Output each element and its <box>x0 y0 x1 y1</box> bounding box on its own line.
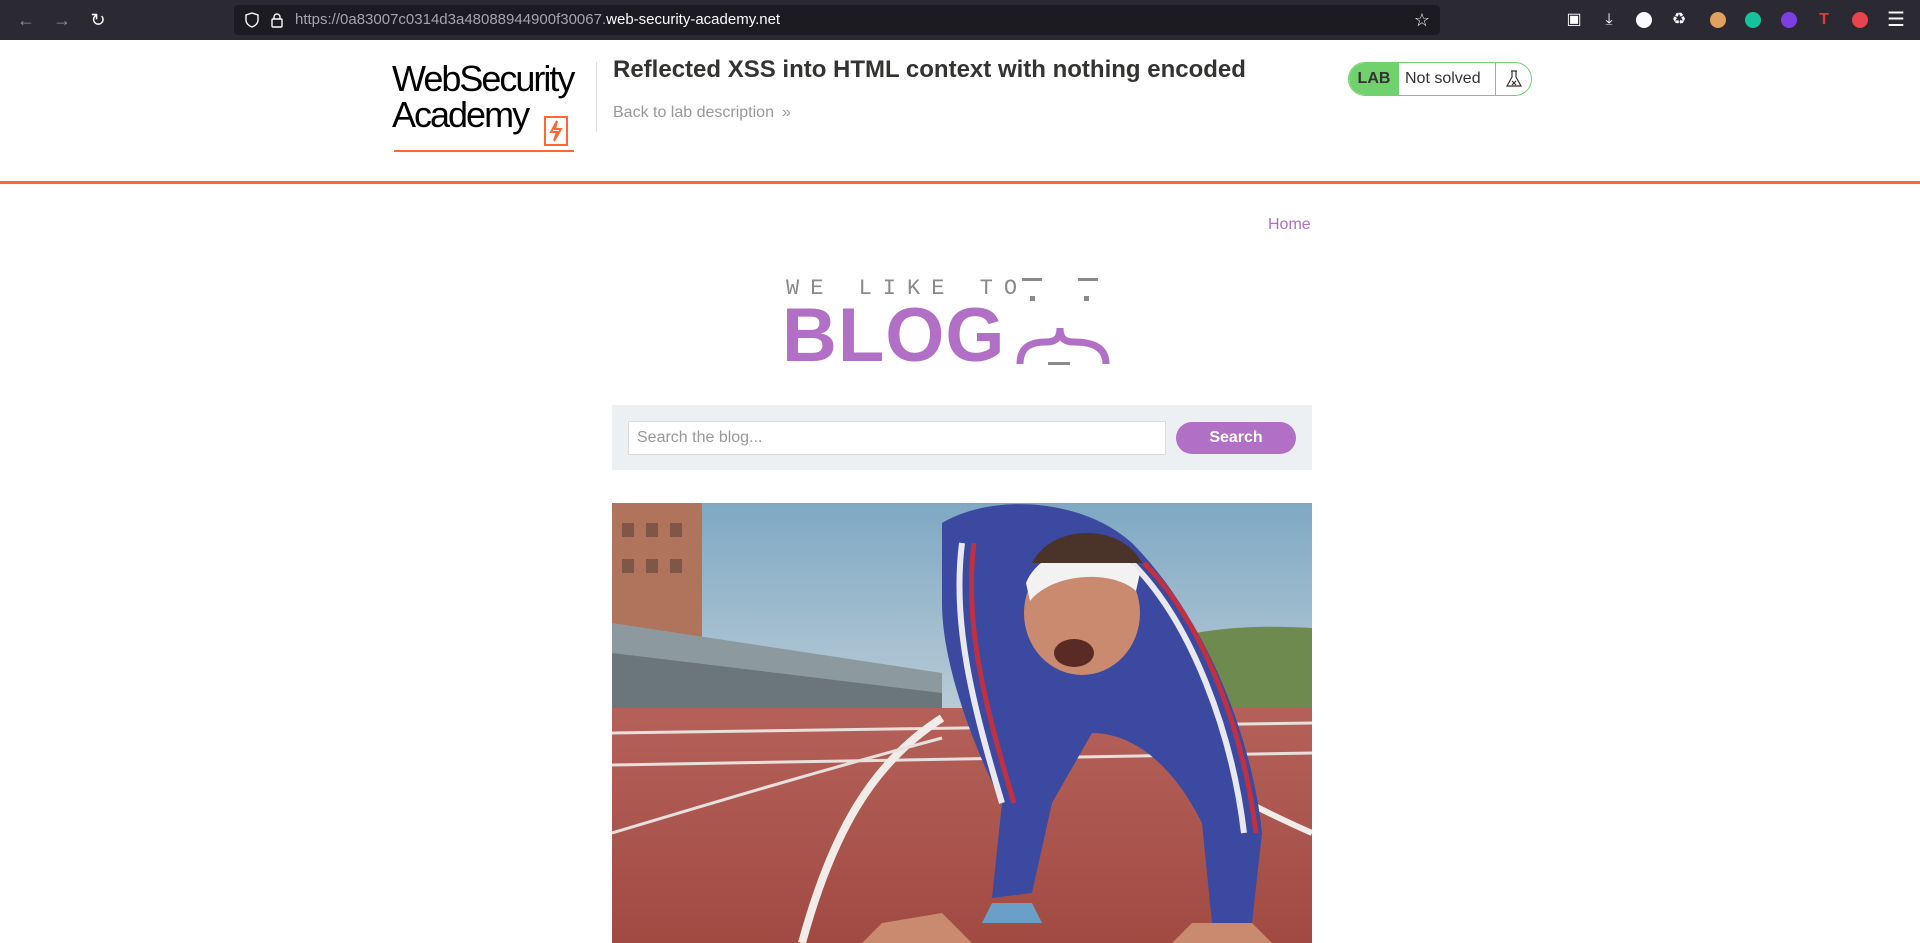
bookmark-star-icon[interactable]: ☆ <box>1414 8 1430 32</box>
url-host: web-security-academy.net <box>606 11 781 28</box>
pocket-icon[interactable]: ▣ <box>1562 8 1586 32</box>
translate-extension-icon[interactable]: T <box>1812 8 1836 32</box>
blog-banner: WE LIKE TO BLOG <box>782 272 1142 376</box>
back-link-label: Back to lab description <box>613 104 774 121</box>
extension-icon[interactable]: ♻ <box>1667 8 1691 32</box>
banner-blog-word: BLOG <box>782 293 1006 378</box>
logo-line1: WebSecurity <box>392 58 575 99</box>
lab-status-widget: LAB Not solved <box>1348 62 1532 96</box>
lab-status-text: Not solved <box>1405 70 1481 87</box>
url-prefix: https://0a83007c0314d3a48088944900f30067… <box>295 11 607 28</box>
lab-badge: LAB <box>1349 63 1399 95</box>
lock-icon[interactable] <box>269 12 285 28</box>
app-menu-icon[interactable]: ☰ <box>1884 8 1908 32</box>
flask-icon[interactable] <box>1495 63 1531 95</box>
post-image[interactable] <box>612 503 1312 943</box>
search-panel: Search <box>612 405 1312 470</box>
lab-title: Reflected XSS into HTML context with not… <box>613 56 1246 83</box>
back-to-lab-description-link[interactable]: Back to lab description » <box>613 104 791 122</box>
logo-underline <box>394 150 574 152</box>
back-icon[interactable]: ← <box>14 8 38 32</box>
logo-lightning-icon <box>544 116 568 146</box>
home-link[interactable]: Home <box>1268 216 1311 234</box>
shield-icon[interactable] <box>244 12 260 28</box>
reload-icon[interactable]: ↻ <box>86 8 110 32</box>
url-text[interactable]: https://0a83007c0314d3a48088944900f30067… <box>295 5 780 35</box>
search-button[interactable]: Search <box>1176 422 1296 454</box>
banner-face-icon <box>1016 278 1110 365</box>
profile-icon[interactable] <box>1632 8 1656 32</box>
cookie-extension-icon[interactable] <box>1706 8 1730 32</box>
address-bar[interactable]: https://0a83007c0314d3a48088944900f30067… <box>234 5 1440 35</box>
download-icon[interactable]: ⤓ <box>1597 8 1621 32</box>
grammarly-icon[interactable] <box>1741 8 1765 32</box>
browser-toolbar: ← → ↻ https://0a83007c0314d3a48088944900… <box>0 0 1920 40</box>
adblock-extension-icon[interactable] <box>1848 8 1872 32</box>
forward-icon[interactable]: → <box>50 8 74 32</box>
double-chevron-right-icon: » <box>781 104 791 121</box>
search-input[interactable] <box>628 421 1166 455</box>
runner-photo <box>612 503 1312 943</box>
lab-header: WebSecurity Academy Reflected XSS into H… <box>0 40 1920 184</box>
vpn-extension-icon[interactable] <box>1777 8 1801 32</box>
web-security-academy-logo[interactable]: WebSecurity Academy <box>392 58 592 152</box>
header-divider <box>596 62 597 132</box>
